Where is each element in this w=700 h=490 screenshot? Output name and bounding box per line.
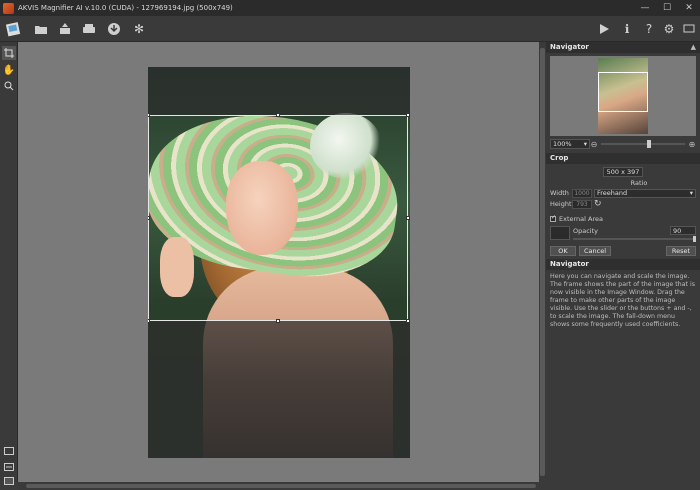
window-title: AKVIS Magnifier AI v.10.0 (CUDA) - 12796…: [18, 4, 233, 12]
zoom-in-icon[interactable]: ⊕: [688, 140, 696, 149]
before-view-icon[interactable]: [2, 444, 16, 458]
navigator-header[interactable]: Navigator ▲: [546, 42, 700, 53]
crop-handle-tr[interactable]: [406, 113, 410, 117]
vertical-scrollbar[interactable]: [539, 42, 546, 482]
external-area-label: External Area: [559, 215, 603, 223]
zoom-dropdown[interactable]: 100% ▾: [550, 139, 590, 149]
main-toolbar: ✻ ℹ ? ⚙: [0, 16, 700, 42]
zoom-out-icon[interactable]: ⊖: [590, 140, 598, 149]
opacity-label: Opacity: [573, 226, 599, 235]
crop-handle-r[interactable]: [406, 216, 410, 220]
external-area-top: [148, 67, 410, 115]
reset-button[interactable]: Reset: [666, 246, 696, 256]
navigator-title: Navigator: [550, 43, 589, 51]
crop-frame[interactable]: [148, 113, 410, 323]
collapse-icon[interactable]: ▲: [691, 42, 696, 53]
crop-handle-l[interactable]: [148, 216, 150, 220]
crop-title: Crop: [550, 154, 569, 162]
crop-buttons: OK Cancel Reset: [550, 246, 696, 256]
close-button[interactable]: ✕: [678, 0, 700, 16]
width-field[interactable]: 1000: [572, 188, 592, 198]
external-area-row: External Area: [550, 214, 696, 224]
crop-handle-b[interactable]: [276, 319, 280, 323]
settings-gears-icon[interactable]: ✻: [131, 21, 147, 37]
horizontal-scrollbar[interactable]: [18, 482, 546, 490]
maximize-button[interactable]: ☐: [656, 0, 678, 16]
height-label: Height: [550, 200, 572, 208]
external-area-checkbox[interactable]: [550, 214, 556, 222]
crop-handle-bl[interactable]: [148, 319, 150, 323]
hints-icon[interactable]: [681, 21, 697, 37]
info-icon[interactable]: ℹ: [619, 21, 635, 37]
share-icon[interactable]: [106, 21, 122, 37]
width-label: Width: [550, 189, 569, 197]
app-icon: [3, 2, 14, 14]
preferences-icon[interactable]: ⚙: [661, 21, 677, 37]
opacity-slider-knob[interactable]: [693, 236, 696, 242]
zoom-slider-knob[interactable]: [647, 140, 652, 148]
settings-panel: Navigator ▲ 100% ▾ ⊖ ⊕ Crop 500 x 397 Ra…: [546, 42, 700, 490]
after-view-icon[interactable]: [2, 474, 16, 488]
navigator-frame[interactable]: [598, 72, 648, 112]
ok-button[interactable]: OK: [550, 246, 576, 256]
external-area-color-swatch[interactable]: [550, 226, 570, 240]
tool-palette: ✋: [0, 42, 18, 485]
zoom-value: 100%: [553, 140, 572, 148]
opacity-spinbox[interactable]: 90: [670, 226, 696, 235]
width-row: Width 1000 Freehand ▾: [550, 188, 696, 198]
compare-view-icon[interactable]: [2, 460, 16, 474]
help-header: Navigator: [546, 259, 700, 270]
image-window[interactable]: [18, 42, 539, 482]
crop-size-display: 500 x 397: [603, 167, 643, 177]
help-title: Navigator: [550, 260, 589, 268]
help-icon[interactable]: ?: [641, 21, 657, 37]
vertical-scroll-thumb[interactable]: [540, 48, 545, 476]
hand-tool-icon[interactable]: ✋: [2, 63, 16, 77]
logo-icon[interactable]: [4, 19, 24, 39]
navigator-preview[interactable]: [550, 56, 696, 136]
height-row: Height 793 ↻: [550, 199, 696, 209]
help-text: Here you can navigate and scale the imag…: [550, 273, 696, 328]
chevron-down-icon: ▾: [583, 140, 587, 148]
chevron-down-icon: ▾: [689, 189, 693, 197]
run-icon[interactable]: [596, 21, 612, 37]
ratio-dropdown[interactable]: Freehand ▾: [594, 188, 696, 198]
horizontal-scroll-thumb[interactable]: [26, 484, 536, 488]
crop-handle-t[interactable]: [276, 113, 280, 117]
opacity-slider[interactable]: [573, 236, 696, 242]
minimize-button[interactable]: —: [634, 0, 656, 16]
crop-tool-icon[interactable]: [2, 46, 16, 60]
crop-handle-tl[interactable]: [148, 113, 150, 117]
save-icon[interactable]: [57, 21, 73, 37]
crop-handle-br[interactable]: [406, 319, 410, 323]
rotate-ratio-icon[interactable]: ↻: [594, 199, 602, 209]
ratio-label: Ratio: [630, 179, 648, 187]
opacity-value: 90: [673, 227, 682, 235]
print-icon[interactable]: [81, 21, 97, 37]
crop-header[interactable]: Crop: [546, 153, 700, 164]
height-field[interactable]: 793: [572, 199, 592, 209]
external-area-bottom: [148, 321, 410, 458]
cancel-button[interactable]: Cancel: [579, 246, 611, 256]
title-bar: AKVIS Magnifier AI v.10.0 (CUDA) - 12796…: [0, 0, 700, 16]
zoom-controls: 100% ▾ ⊖ ⊕: [550, 139, 696, 149]
zoom-tool-icon[interactable]: [2, 79, 16, 93]
image-preview[interactable]: [148, 67, 410, 458]
zoom-slider[interactable]: [601, 140, 685, 148]
ratio-value: Freehand: [597, 189, 628, 197]
opacity-row: Opacity 90: [550, 226, 696, 242]
open-icon[interactable]: [33, 21, 49, 37]
